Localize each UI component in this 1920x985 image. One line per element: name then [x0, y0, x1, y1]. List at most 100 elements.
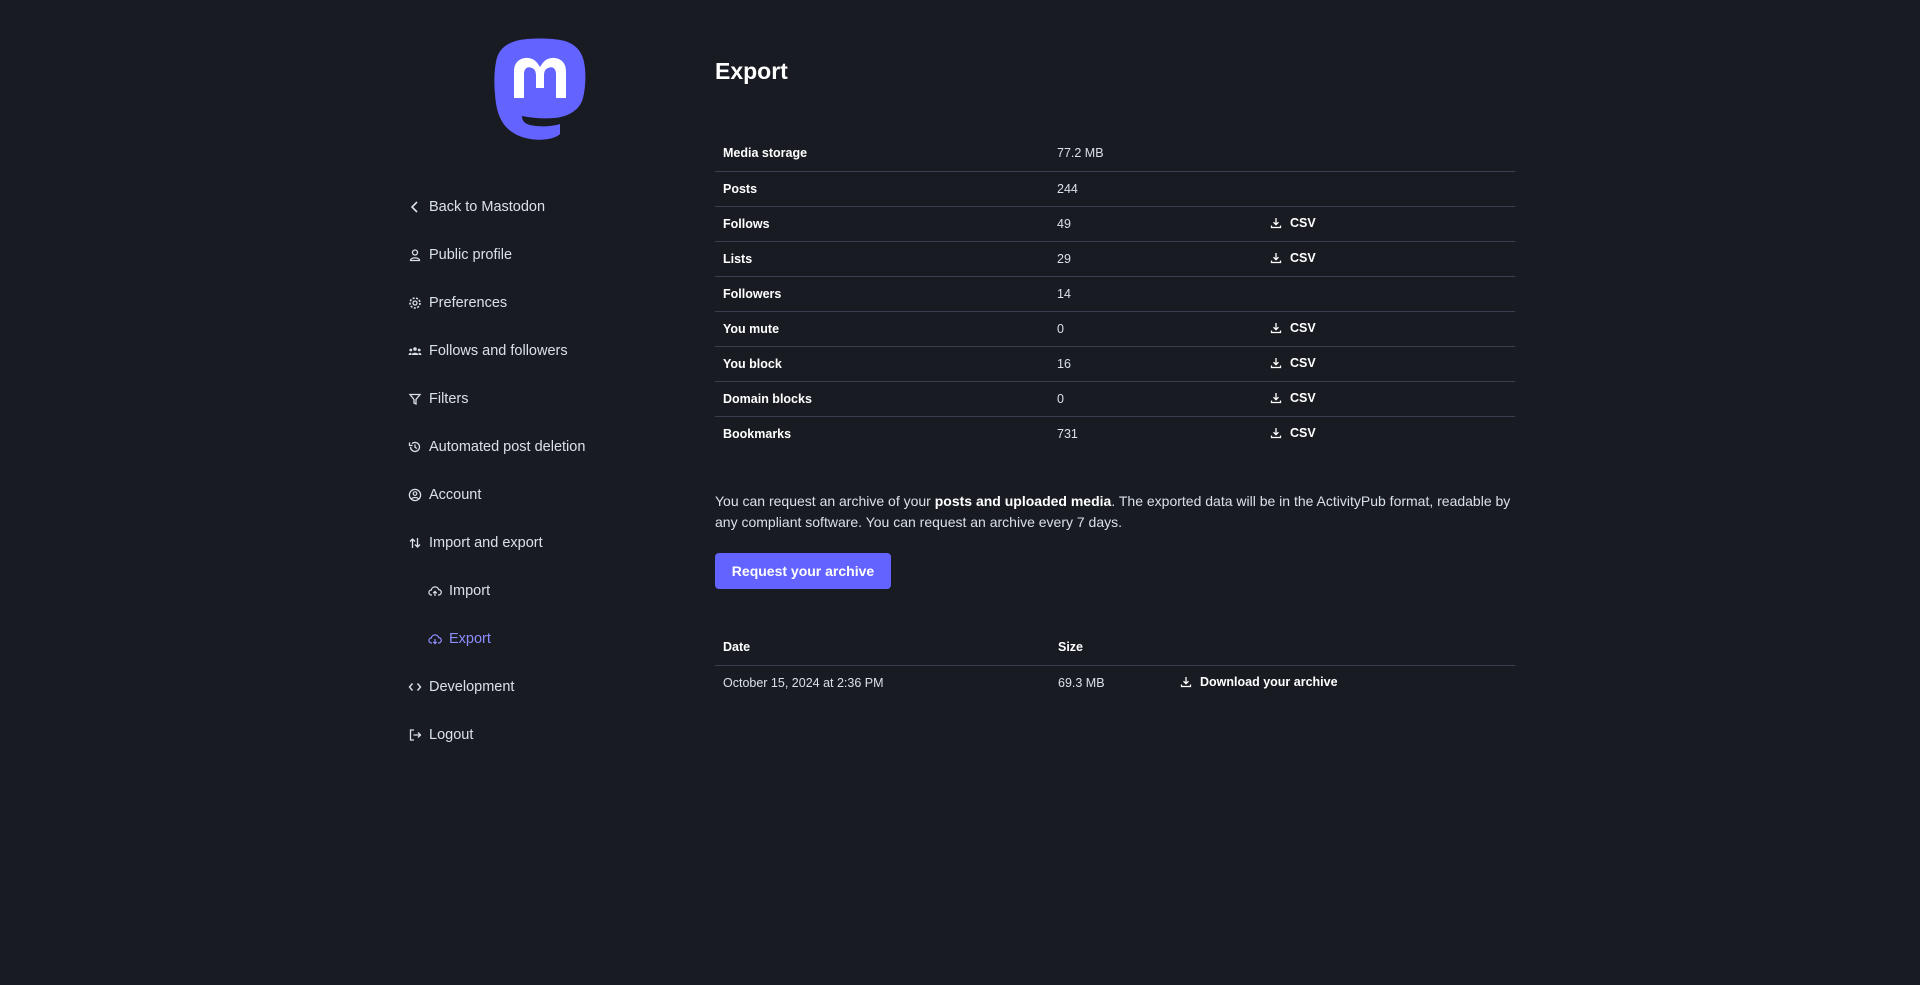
download-icon	[1180, 676, 1192, 687]
stat-download-cell: CSV	[1262, 416, 1515, 451]
stat-value: 731	[1057, 426, 1078, 441]
stat-label: Follows	[715, 206, 1049, 242]
stat-download-cell: CSV	[1262, 311, 1515, 347]
stat-download-cell: CSV	[1262, 381, 1515, 417]
nav-import[interactable]: Import	[400, 567, 680, 615]
group-icon	[408, 344, 422, 358]
nav-item-label: Account	[429, 487, 482, 503]
csv-download-link[interactable]: CSV	[1270, 216, 1316, 230]
archives-header-row: Date Size	[715, 630, 1515, 666]
archives-table: Date Size October 15, 2024 at 2:36 PM 69…	[715, 630, 1515, 700]
stat-download-cell	[1262, 136, 1515, 172]
stat-download-cell: CSV	[1262, 241, 1515, 277]
cloud-upload-icon	[428, 584, 442, 598]
person-icon	[408, 248, 422, 262]
download-icon	[1270, 427, 1282, 438]
date-column-header: Date	[715, 630, 1050, 666]
csv-download-link[interactable]: CSV	[1270, 321, 1316, 335]
stat-value: 0	[1049, 381, 1262, 417]
cloud-download-icon	[428, 632, 442, 646]
archive-description: You can request an archive of your posts…	[715, 493, 1511, 530]
download-icon	[1270, 217, 1282, 228]
nav-item-label: Import	[449, 583, 491, 599]
stats-row: Media storage 77.2 MB	[715, 136, 1515, 172]
nav-public-profile[interactable]: Public profile	[400, 231, 680, 279]
stat-label: You block	[715, 346, 1049, 382]
nav-account[interactable]: Account	[400, 471, 680, 519]
stats-row: Posts 244	[715, 171, 1515, 207]
nav-export[interactable]: Export	[400, 615, 680, 663]
archive-date: October 15, 2024 at 2:36 PM	[723, 675, 884, 690]
history-icon	[408, 440, 422, 454]
nav-development[interactable]: Development	[400, 663, 680, 711]
nav-item-label: Automated post deletion	[429, 439, 586, 455]
stats-row: Followers 14	[715, 276, 1515, 312]
download-icon	[1270, 357, 1282, 368]
nav-preferences[interactable]: Preferences	[400, 279, 680, 327]
stats-row: Follows 49 CSV	[715, 206, 1515, 242]
stat-label: Followers	[715, 276, 1049, 312]
archive-download-cell: Download your archive	[1172, 665, 1515, 700]
stat-value: 14	[1049, 276, 1262, 312]
nav-import-and-export[interactable]: Import and export	[400, 519, 680, 567]
download-icon	[1270, 392, 1282, 403]
csv-download-link[interactable]: CSV	[1270, 356, 1316, 370]
gear-icon	[408, 296, 422, 310]
stat-label: You mute	[715, 311, 1049, 347]
account-circle-icon	[408, 488, 422, 502]
stat-label: Bookmarks	[723, 426, 792, 441]
logout-icon	[408, 728, 422, 742]
nav-item-label: Logout	[429, 727, 474, 743]
nav-item-label: Development	[429, 679, 515, 695]
nav-logout[interactable]: Logout	[400, 711, 680, 759]
archive-size: 69.3 MB	[1058, 675, 1105, 690]
download-icon	[1270, 252, 1282, 263]
export-stats-table: Media storage 77.2 MB Posts 244 Follows 49 CSV…	[715, 136, 1515, 451]
stat-label: Lists	[715, 241, 1049, 277]
nav-back-to-mastodon[interactable]: Back to Mastodon	[400, 183, 680, 231]
chevron-left-icon	[408, 200, 422, 214]
stat-value: 29	[1049, 241, 1262, 277]
stat-value: 77.2 MB	[1049, 136, 1262, 172]
stat-label: Domain blocks	[715, 381, 1049, 417]
nav-automated-post-deletion[interactable]: Automated post deletion	[400, 423, 680, 471]
download-icon	[1270, 322, 1282, 333]
nav-item-label: Export	[449, 631, 491, 647]
nav-item-label: Public profile	[429, 247, 513, 263]
filter-icon	[408, 392, 422, 406]
stat-label: Posts	[715, 171, 1049, 207]
csv-download-link[interactable]: CSV	[1270, 426, 1316, 440]
nav-item-label: Back to Mastodon	[429, 199, 546, 215]
csv-download-link[interactable]: CSV	[1270, 391, 1316, 405]
download-archive-link[interactable]: Download your archive	[1180, 675, 1338, 689]
stat-value: 16	[1049, 346, 1262, 382]
code-icon	[408, 680, 422, 694]
import-export-icon	[408, 536, 422, 550]
stat-value: 49	[1049, 206, 1262, 242]
page-title: Export	[715, 58, 788, 84]
stat-download-cell	[1262, 171, 1515, 207]
stat-value: 244	[1049, 171, 1262, 207]
stat-download-cell: CSV	[1262, 206, 1515, 242]
stats-row: Domain blocks 0 CSV	[715, 381, 1515, 417]
stat-label: Media storage	[715, 136, 1049, 172]
stats-row: You block 16 CSV	[715, 346, 1515, 382]
nav-filters[interactable]: Filters	[400, 375, 680, 423]
stats-row: Bookmarks 731 CSV	[715, 416, 1515, 451]
nav-item-label: Follows and followers	[429, 343, 568, 359]
request-archive-button[interactable]: Request your archive	[715, 553, 891, 589]
mastodon-logo-icon[interactable]	[492, 38, 588, 142]
nav-item-label: Import and export	[429, 535, 543, 551]
stats-row: You mute 0 CSV	[715, 311, 1515, 347]
stat-download-cell: CSV	[1262, 346, 1515, 382]
stat-download-cell	[1262, 276, 1515, 312]
csv-download-link[interactable]: CSV	[1270, 251, 1316, 265]
nav-item-label: Filters	[429, 391, 469, 407]
archive-description-emphasis: posts and uploaded media	[934, 493, 1112, 509]
archive-row: October 15, 2024 at 2:36 PM 69.3 MB Down…	[715, 665, 1515, 700]
settings-nav: Back to Mastodon Public profile Preferen…	[400, 183, 680, 759]
stats-row: Lists 29 CSV	[715, 241, 1515, 277]
size-column-header: Size	[1050, 630, 1172, 666]
download-column-header	[1172, 630, 1515, 666]
nav-follows-and-followers[interactable]: Follows and followers	[400, 327, 680, 375]
